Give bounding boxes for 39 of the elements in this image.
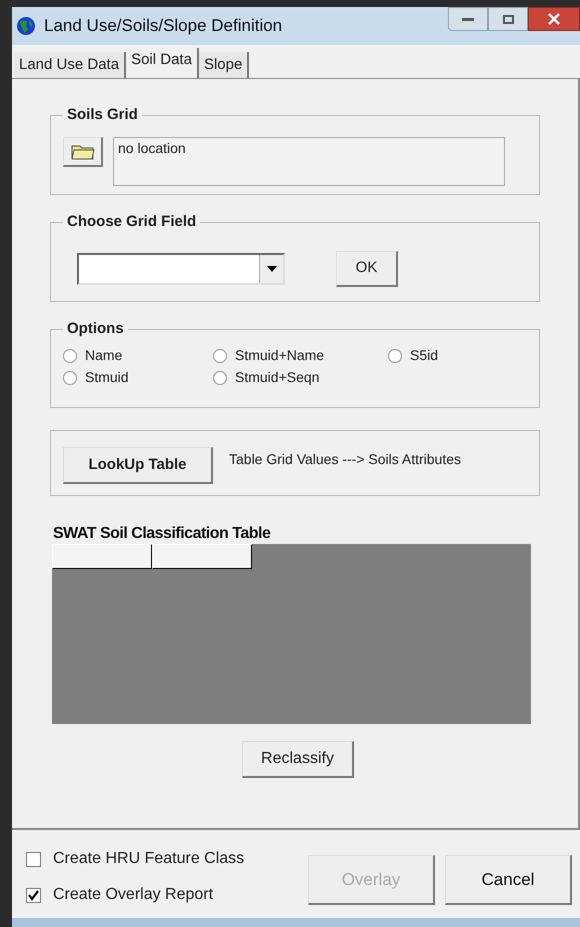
checkbox-label: Create HRU Feature Class (53, 849, 244, 869)
column-header[interactable] (152, 544, 252, 569)
group-title: Choose Grid Field (66, 212, 198, 232)
radio-label: Stmuid+Name (235, 346, 324, 365)
radio-label: Name (85, 346, 122, 365)
dialog-button: Overlay (308, 855, 435, 905)
radio-label: Stmuid+Seqn (235, 368, 320, 387)
radio-button[interactable] (213, 370, 227, 384)
table-title: SWAT Soil Classification Table (53, 524, 272, 544)
checkbox[interactable] (26, 888, 41, 902)
maximize-button[interactable] (488, 7, 528, 31)
radio-button[interactable] (63, 348, 77, 362)
close-button[interactable] (528, 7, 580, 31)
close-icon (548, 13, 560, 25)
group-title: Soils Grid (66, 105, 139, 125)
browse-button[interactable] (63, 136, 103, 166)
location-field: no location (113, 136, 505, 186)
radio-label: Stmuid (85, 368, 129, 387)
tab[interactable]: Land Use Data (14, 52, 126, 78)
globe-icon (16, 16, 36, 36)
radio-button[interactable] (63, 370, 77, 384)
grid-field-dropdown[interactable] (77, 252, 285, 284)
group-title: Options (66, 319, 125, 339)
radio-button[interactable] (388, 348, 402, 362)
column-header[interactable] (52, 544, 152, 569)
checkbox[interactable] (26, 852, 41, 866)
minimize-button[interactable] (448, 7, 488, 31)
tab[interactable]: Slope (198, 52, 250, 78)
checkbox-label: Create Overlay Report (53, 885, 214, 905)
radio-button[interactable] (213, 348, 227, 362)
radio-label: S5id (410, 346, 438, 365)
lookup-table-button[interactable]: LookUp Table (63, 447, 213, 484)
caret-icon (266, 266, 276, 272)
dialog-button[interactable]: Cancel (445, 855, 572, 905)
window-title: Land Use/Soils/Slope Definition (44, 15, 282, 38)
ok-button[interactable]: OK (336, 250, 398, 286)
check-icon (28, 890, 39, 900)
lookup-description: Table Grid Values ---> Soils Attributes (229, 450, 462, 469)
reclassify-button[interactable]: Reclassify (242, 741, 354, 778)
